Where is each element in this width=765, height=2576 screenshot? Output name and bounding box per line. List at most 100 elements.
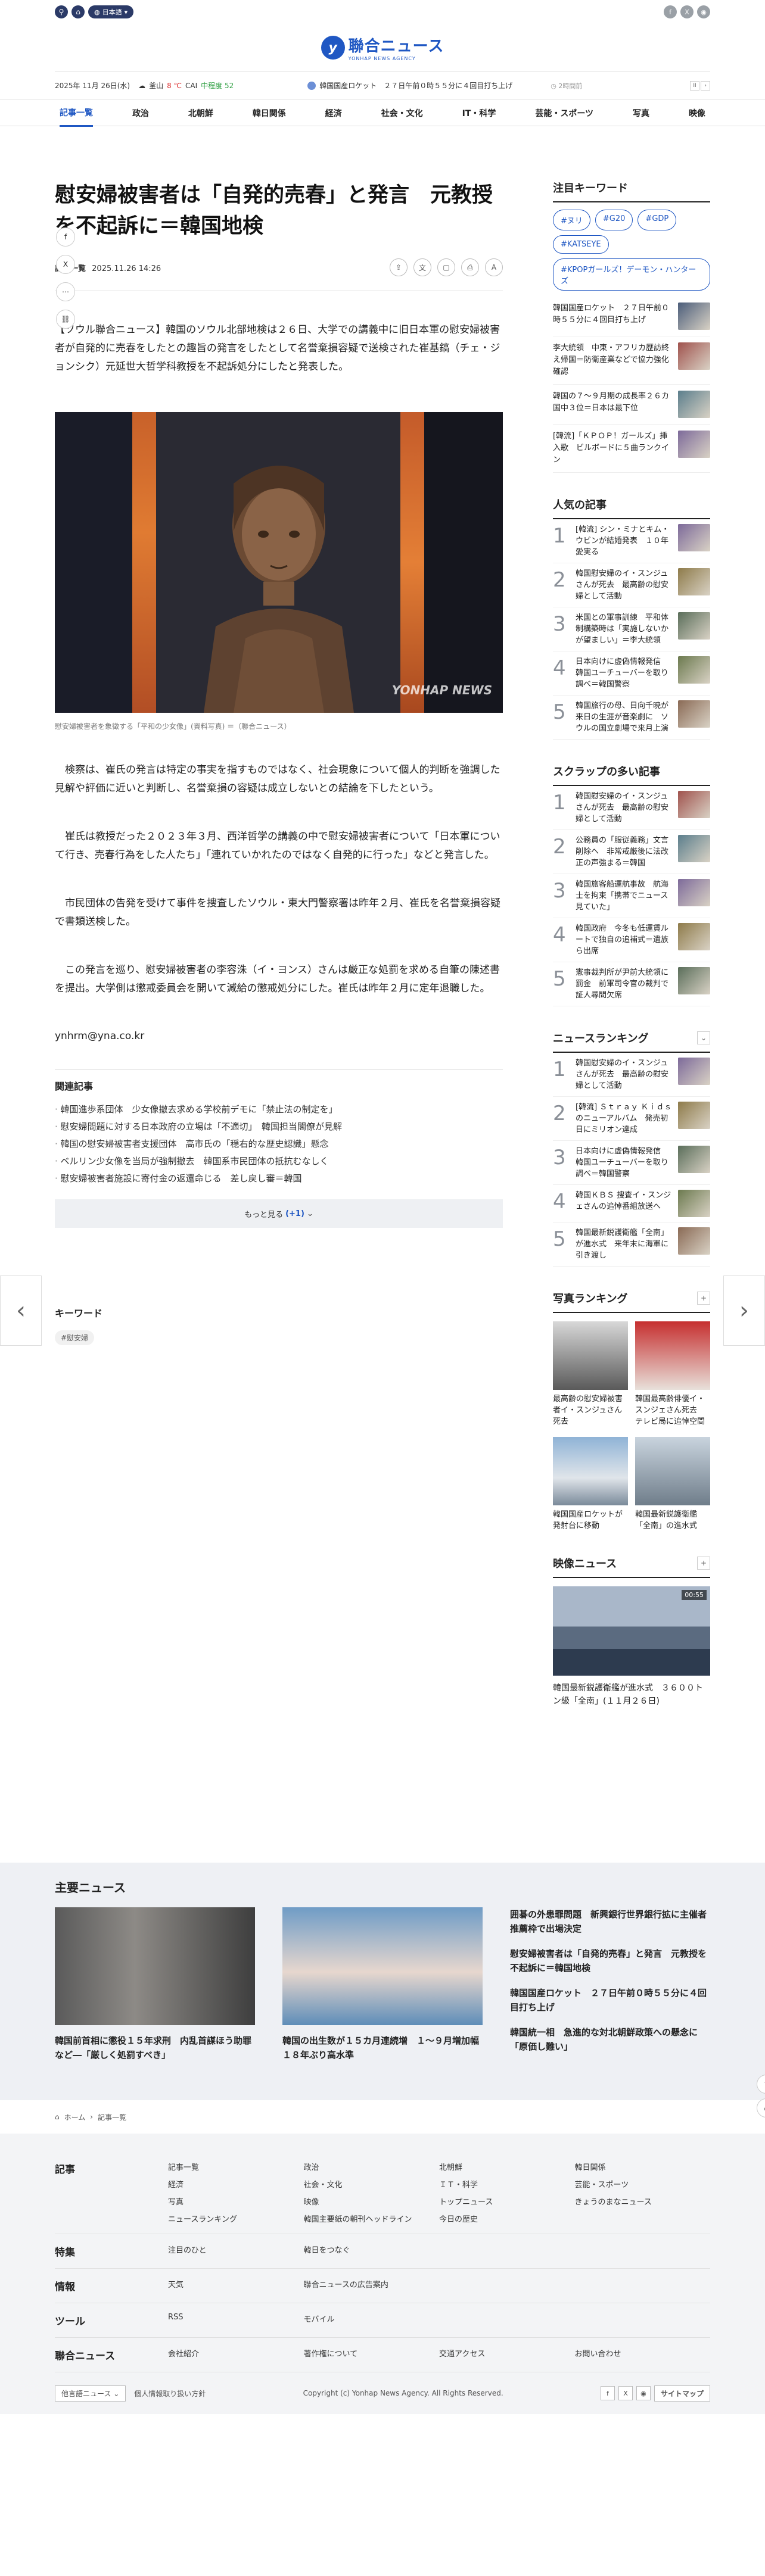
nav-item[interactable]: 記事一覧: [60, 99, 93, 127]
footer-link[interactable]: 韓日関係: [575, 2161, 711, 2172]
nav-item[interactable]: 政治: [132, 99, 149, 127]
sidebar-article[interactable]: 4 日本向けに虚偽情報発信 韓国ユーチューバーを取り調べ＝韓国警察: [553, 651, 710, 696]
related-article-link[interactable]: 慰安婦問題に対する日本政府の立場は「不適切」 韓国担当閣僚が見解: [55, 1118, 503, 1136]
bookmark-icon[interactable]: ▢: [437, 258, 455, 276]
sidebar-article[interactable]: 3 日本向けに虚偽情報発信 韓国ユーチューバーを取り調べ＝韓国警察: [553, 1141, 710, 1185]
footer-link[interactable]: 聯合ニュースの広告案内: [304, 2278, 440, 2293]
sidebar-article[interactable]: 1 [韓流] シン・ミナとキム・ウビンが結婚発表 １０年愛実る: [553, 519, 710, 563]
related-article-link[interactable]: 韓国進歩系団体 少女像撤去求める学校前デモに「禁止法の制定を」: [55, 1101, 503, 1118]
footer-link[interactable]: 経済: [168, 2178, 304, 2190]
sidebar-article[interactable]: 1 韓国慰安婦のイ・スンジュさんが死去 最高齢の慰安婦として活動: [553, 786, 710, 830]
footer-link[interactable]: 映像: [304, 2195, 440, 2207]
sidebar-article[interactable]: 5 憲事裁判所が尹前大統領に罰金 前軍司令官の裁判で証人尋問欠席: [553, 962, 710, 1006]
footer-link[interactable]: 韓日をつなぐ: [304, 2244, 440, 2259]
footer-link[interactable]: ニュースランキング: [168, 2213, 304, 2224]
sidebar-article[interactable]: 4 韓国ＫＢＳ 捜査イ・スンジェさんの追悼番組放送へ: [553, 1185, 710, 1222]
site-logo[interactable]: y 聯合ニュース YONHAP NEWS AGENCY: [321, 34, 444, 61]
more-button[interactable]: もっと見る (+1) ⌄: [55, 1199, 503, 1228]
keyword-chip[interactable]: #G20: [595, 210, 633, 230]
more-share-icon[interactable]: ⋯: [56, 282, 75, 301]
breadcrumb-home[interactable]: ホーム: [64, 2112, 86, 2122]
font-size-icon[interactable]: A: [485, 258, 503, 276]
footer-link[interactable]: 北朝鮮: [439, 2161, 575, 2172]
nav-item[interactable]: 映像: [689, 99, 705, 127]
language-selector[interactable]: ◍ 日本語 ▾: [88, 5, 134, 18]
footer-link[interactable]: 政治: [304, 2161, 440, 2172]
sitemap-button[interactable]: サイトマップ: [654, 2385, 710, 2402]
keyword-chip[interactable]: #ヌリ: [553, 210, 590, 230]
facebook-share-icon[interactable]: f: [56, 227, 75, 247]
link-copy-icon[interactable]: ⛓: [56, 310, 75, 329]
print-icon[interactable]: ⎙: [461, 258, 479, 276]
footer-link[interactable]: RSS: [168, 2313, 304, 2328]
reporter-email[interactable]: ynhrm@yna.co.kr: [55, 1030, 503, 1042]
photo-ranking-card[interactable]: 韓国国産ロケットが発射台に移動: [553, 1437, 628, 1532]
next-icon[interactable]: ›: [701, 80, 710, 91]
facebook-icon[interactable]: f: [664, 5, 677, 18]
main-news-link[interactable]: 韓国統一相 急進的な対北朝鮮政策への懸念に「原価し難い」: [510, 2025, 710, 2054]
sidebar-article[interactable]: 3 韓国旅客船運航事故 航海士を拘束「携帯でニュース見ていた」: [553, 874, 710, 918]
nav-item[interactable]: 北朝鮮: [188, 99, 213, 127]
nav-item[interactable]: 社会・文化: [381, 99, 423, 127]
nav-item[interactable]: 芸能・スポーツ: [535, 99, 593, 127]
other-language-select[interactable]: 他言語ニュース ⌄: [55, 2385, 126, 2402]
sidebar-article[interactable]: 5 韓国最新鋭護衛艦「全南」が進水式 来年末に海軍に引き渡し: [553, 1222, 710, 1267]
related-article-link[interactable]: 慰安婦被害者施設に寄付金の返還命じる 差し戻し審＝韓国: [55, 1170, 503, 1187]
prev-article-arrow[interactable]: ‹: [0, 1275, 42, 1346]
keyword-tag[interactable]: #慰安婦: [55, 1330, 95, 1345]
sidebar-article[interactable]: 4 韓国政府 今冬も低運賃ルートで独自の追補式＝遺族ら出席: [553, 918, 710, 962]
main-news-card[interactable]: 韓国の出生数が１５カ月連続増 １～９月増加幅１８年ぶり高水準: [282, 1907, 483, 2064]
sidebar-article[interactable]: 韓国の７～９月期の成長率２６カ国中３位＝日本は最下位: [553, 385, 710, 425]
rss-icon[interactable]: ◉: [636, 2386, 651, 2400]
footer-link[interactable]: 社会・文化: [304, 2178, 440, 2190]
scroll-top-icon[interactable]: ⌃: [757, 2075, 765, 2094]
sidebar-article[interactable]: 5 韓国旅行の母、日向千暁が来日の生涯が音楽劇に ソウルの国立劇場で来月上演: [553, 696, 710, 740]
keyword-chip[interactable]: #KATSEYE: [553, 235, 609, 254]
photo-ranking-card[interactable]: 韓国最高齢俳優イ・スンジェさん死去 テレビ局に追悼空間: [635, 1321, 710, 1427]
sidebar-article[interactable]: 2 [韓流] Ｓｔｒａｙ Ｋｉｄｓのニューアルバム 発売初日にミリオン達成: [553, 1097, 710, 1141]
footer-link[interactable]: 著作権について: [304, 2347, 440, 2362]
nav-item[interactable]: 経済: [325, 99, 342, 127]
photo-ranking-card[interactable]: 韓国最新鋭護衛艦「全南」の進水式: [635, 1437, 710, 1532]
related-article-link[interactable]: 韓国の慰安婦被害者支援団体 高市氏の「穏右的な歴史認識」懸念: [55, 1136, 503, 1153]
sidebar-article[interactable]: [韓流]「ＫＰＯＰ！ガールズ」挿入歌 ビルボードに５曲ランクイン: [553, 425, 710, 473]
main-news-link[interactable]: 韓国国産ロケット ２７日午前０時５５分に４回目打ち上げ: [510, 1986, 710, 2014]
footer-link[interactable]: 天気: [168, 2278, 304, 2293]
main-news-link[interactable]: 慰安婦被害者は「自発的売春」と発言 元教授を不起訴に＝韓国地検: [510, 1947, 710, 1975]
footer-link[interactable]: 注目のひと: [168, 2244, 304, 2259]
sidebar-article[interactable]: 2 韓国慰安婦のイ・スンジュさんが死去 最高齢の慰安婦として活動: [553, 563, 710, 607]
sidebar-article[interactable]: 韓国国産ロケット ２７日午前０時５５分に４回目打ち上げ: [553, 297, 710, 336]
home-icon[interactable]: ⌂: [757, 2098, 765, 2117]
footer-link[interactable]: 交通アクセス: [439, 2347, 575, 2362]
footer-link[interactable]: お問い合わせ: [575, 2347, 711, 2362]
x-icon[interactable]: X: [618, 2386, 633, 2400]
x-icon[interactable]: X: [680, 5, 694, 18]
plus-icon[interactable]: +: [697, 1557, 710, 1570]
facebook-icon[interactable]: f: [600, 2386, 615, 2400]
footer-link[interactable]: 写真: [168, 2195, 304, 2207]
sidebar-article[interactable]: 李大統領 中東・アフリカ歴訪終え帰国＝防衛産業などで協力強化確認: [553, 336, 710, 385]
main-news-link[interactable]: 囲碁の外患罪問題 新興銀行世界銀行拡に主催者推薦枠で出場決定: [510, 1907, 710, 1936]
news-ticker[interactable]: 韓国国産ロケット ２７日午前０時５５分に４回目打ち上げ: [307, 80, 512, 91]
privacy-link[interactable]: 個人情報取り扱い方針: [134, 2388, 206, 2399]
translate-icon[interactable]: 文: [413, 258, 431, 276]
search-icon[interactable]: ⚲: [55, 5, 68, 18]
nav-item[interactable]: 韓日関係: [253, 99, 286, 127]
breadcrumb-current[interactable]: 記事一覧: [98, 2112, 126, 2122]
next-article-arrow[interactable]: ›: [723, 1275, 765, 1346]
share-icon[interactable]: ⇪: [390, 258, 408, 276]
footer-link[interactable]: きょうのまなニュース: [575, 2195, 711, 2207]
weather-widget[interactable]: ☁ 釜山 8 ℃ CAI 中程度 52: [138, 80, 234, 91]
footer-link[interactable]: モバイル: [304, 2313, 440, 2328]
nav-item[interactable]: IT・科学: [462, 99, 496, 127]
expand-icon[interactable]: ⌄: [697, 1031, 710, 1044]
related-article-link[interactable]: ベルリン少女像を当局が強制撤去 韓国系市民団体の抵抗むなしく: [55, 1153, 503, 1170]
video-thumbnail[interactable]: 00:55: [553, 1586, 710, 1676]
photo-ranking-card[interactable]: 最高齢の慰安婦被害者イ・スンジュさん死去: [553, 1321, 628, 1427]
sidebar-article[interactable]: 2 公務員の「服従義務」文言削除へ 非常戒厳後に法改正の声強まる＝韓国: [553, 830, 710, 874]
plus-icon[interactable]: +: [697, 1292, 710, 1305]
footer-link[interactable]: 今日の歴史: [439, 2213, 575, 2224]
keyword-chip[interactable]: #GDP: [638, 210, 677, 230]
main-news-card[interactable]: 韓国前首相に懲役１５年求刑 内乱首謀ほう助罪など―「厳しく処罰すべき」: [55, 1907, 255, 2064]
footer-link[interactable]: 記事一覧: [168, 2161, 304, 2172]
